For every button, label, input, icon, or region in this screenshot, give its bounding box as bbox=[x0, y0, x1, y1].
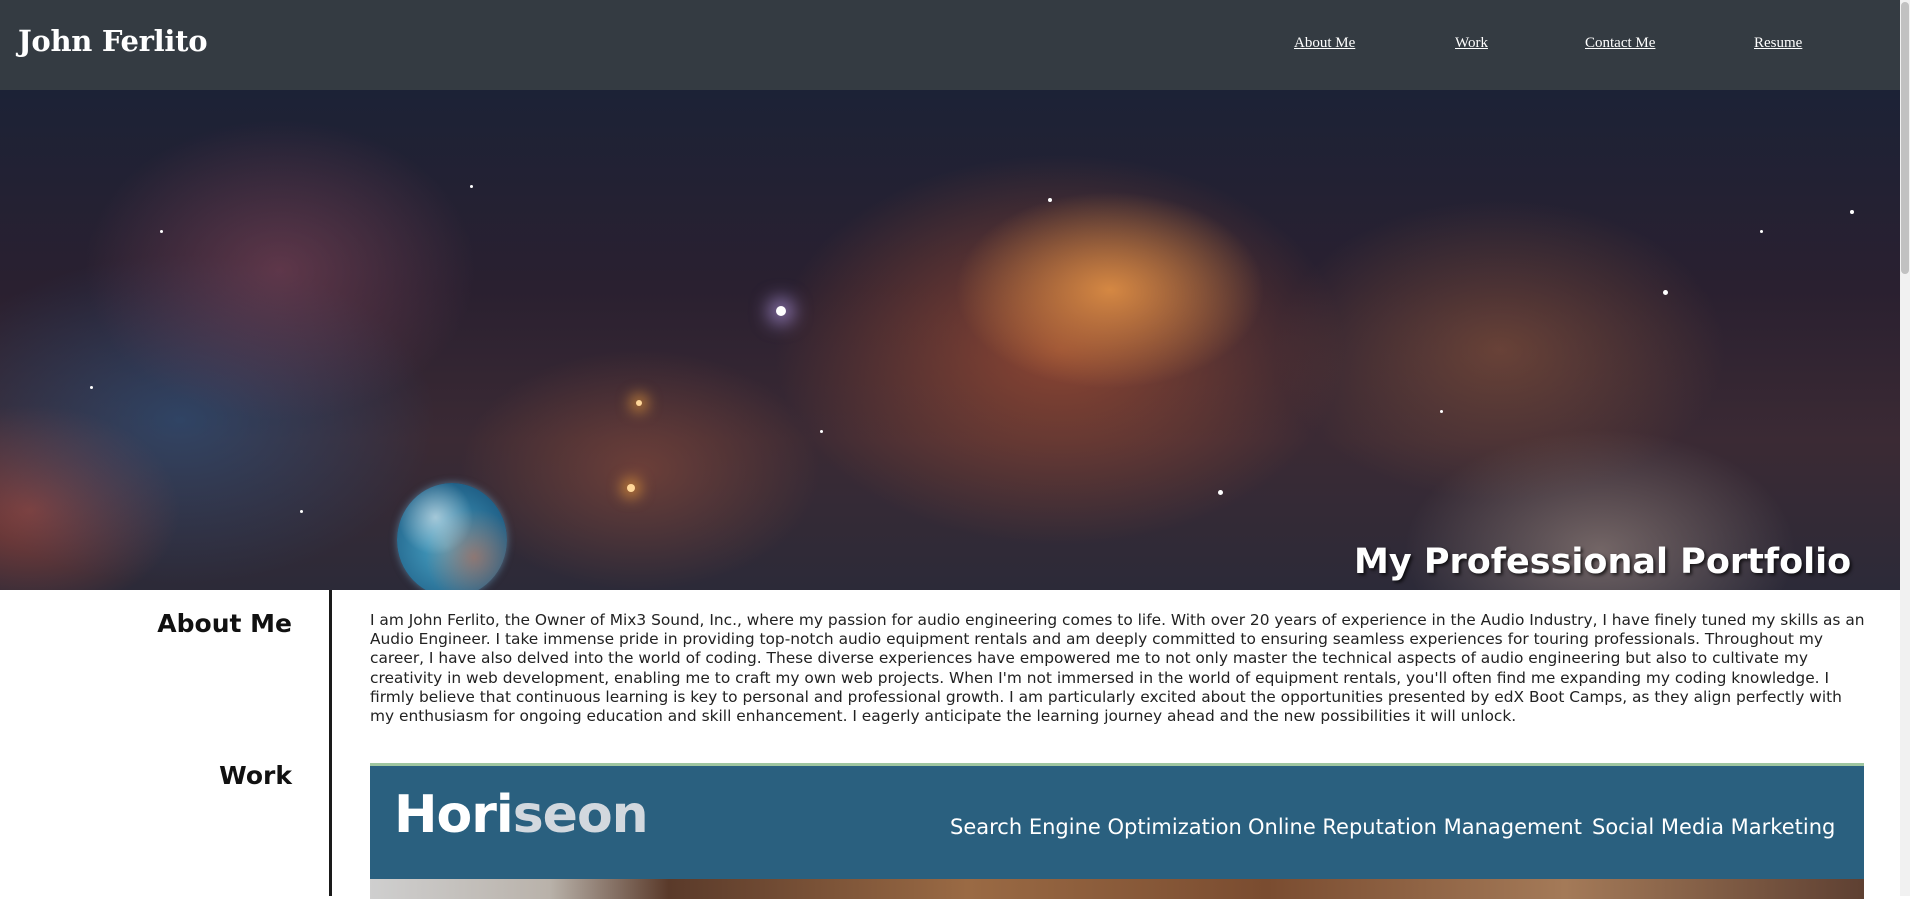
star bbox=[1048, 198, 1052, 202]
about-me-heading: About Me bbox=[157, 609, 292, 638]
star bbox=[90, 386, 93, 389]
orange-star bbox=[627, 484, 635, 492]
nav-link-work[interactable]: Work bbox=[1455, 35, 1488, 52]
bright-star bbox=[776, 306, 786, 316]
work-heading: Work bbox=[219, 761, 292, 790]
project-header-banner: Horiseon Search Engine Optimization Onli… bbox=[370, 766, 1864, 879]
project-nav-social-media[interactable]: Social Media Marketing bbox=[1592, 815, 1835, 839]
star bbox=[1760, 230, 1763, 233]
project-logo: Horiseon bbox=[394, 785, 649, 845]
star bbox=[470, 185, 473, 188]
star bbox=[300, 510, 303, 513]
star bbox=[1663, 290, 1668, 295]
project-nav-seo[interactable]: Search Engine Optimization bbox=[950, 815, 1242, 839]
project-hero-image bbox=[370, 879, 1864, 899]
hero-title: My Professional Portfolio bbox=[1354, 542, 1852, 582]
nav-link-contact-me[interactable]: Contact Me bbox=[1585, 35, 1655, 52]
site-title: John Ferlito bbox=[18, 24, 208, 58]
logo-part-light: seon bbox=[512, 785, 649, 845]
star bbox=[1440, 410, 1443, 413]
nav-link-about-me[interactable]: About Me bbox=[1294, 35, 1355, 52]
page-scrollbar[interactable] bbox=[1900, 0, 1910, 896]
orange-star bbox=[636, 400, 642, 406]
site-header: John Ferlito About Me Work Contact Me Re… bbox=[0, 0, 1900, 90]
section-divider bbox=[329, 590, 332, 896]
star bbox=[160, 230, 163, 233]
planet-image bbox=[397, 483, 507, 590]
star bbox=[1218, 490, 1223, 495]
logo-part-dark: Hori bbox=[394, 785, 514, 845]
project-nav-reputation[interactable]: Online Reputation Management bbox=[1248, 815, 1582, 839]
about-me-text: I am John Ferlito, the Owner of Mix3 Sou… bbox=[370, 611, 1865, 726]
scrollbar-thumb[interactable] bbox=[1901, 2, 1909, 274]
nav-link-resume[interactable]: Resume bbox=[1754, 35, 1802, 52]
hero-banner: My Professional Portfolio bbox=[0, 90, 1900, 590]
work-project-preview[interactable]: Horiseon Search Engine Optimization Onli… bbox=[370, 763, 1864, 899]
star bbox=[820, 430, 823, 433]
star bbox=[1850, 210, 1854, 214]
